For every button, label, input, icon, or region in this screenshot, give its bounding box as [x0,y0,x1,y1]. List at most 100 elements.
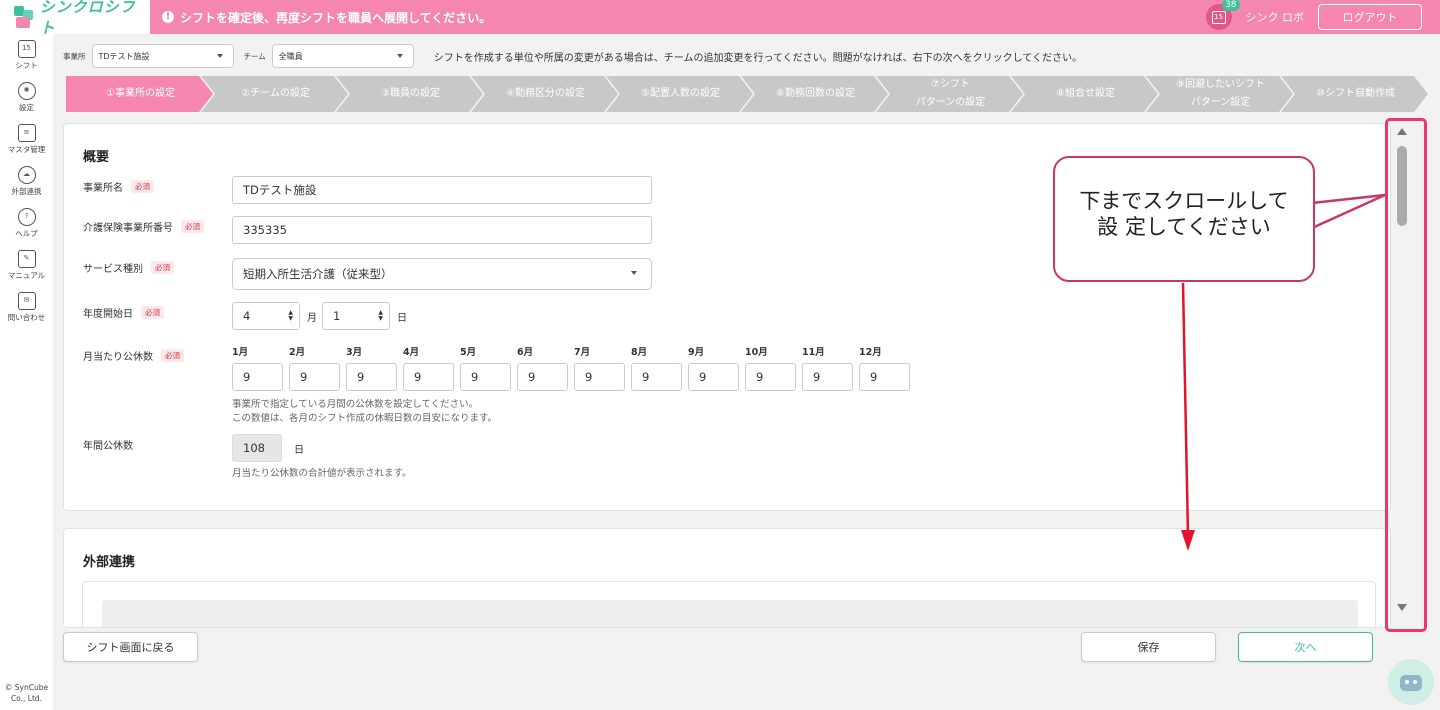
logo-mark-icon [12,4,34,30]
step-label-line: パターン設定 [1190,97,1251,108]
month-holiday-input[interactable]: 9 [403,363,454,391]
calendar-day: 15 [1211,10,1226,24]
step-label: ③職員の設定 [381,85,440,103]
help-icon: ? [17,208,36,226]
chevron-down-icon [216,54,223,58]
service-type-label: サービス種別 必須 [83,260,174,275]
next-button[interactable]: 次へ [1238,632,1373,662]
sidebar-item-settings[interactable]: ✺ 設定 [0,82,53,118]
month-label: 1月 [232,347,249,358]
copyright: © SynCube Co., Ltd. [4,683,49,703]
chatbot-avatar[interactable] [1388,659,1434,705]
scrollbar-highlight [1385,118,1427,632]
sidebar: 15 シフト ✺ 設定 ≡ マスタ管理 ☁ 外部連携 ? ヘルプ ✎ マニュアル… [0,34,53,710]
care-number-input[interactable]: 335335 [232,216,652,244]
label-text: 年度開始日 [83,309,133,320]
year-start-month-stepper[interactable]: 4 ▲ ▼ [232,302,300,330]
month-holiday-input[interactable]: 9 [688,363,739,391]
monthly-holidays-label: 月当たり公休数 必須 [83,348,184,363]
app-logo[interactable]: シンクロシフト [0,0,150,37]
month-holiday-input[interactable]: 9 [745,363,796,391]
step-label: ②チームの設定 [241,85,310,103]
month-holiday-input[interactable]: 9 [631,363,682,391]
label-text: 介護保険事業所番号 [83,223,173,234]
mail-icon: ✉ [17,292,36,310]
month-label: 5月 [460,347,477,358]
step-9[interactable]: ⑨回避したいシフト パターン設定 [1146,76,1295,112]
help-line: 事業所で指定している月間の公休数を設定してください。 [232,399,479,410]
office-name-input[interactable]: TDテスト施設 [232,176,652,204]
month-holiday-input[interactable]: 9 [517,363,568,391]
label-text: 事業所名 [83,183,123,194]
callout-line: 下までスクロールして [1079,189,1289,213]
step-2[interactable]: ②チームの設定 [201,76,350,112]
month-holiday-input[interactable]: 9 [346,363,397,391]
sidebar-item-shift[interactable]: 15 シフト [0,40,53,76]
sidebar-item-external[interactable]: ☁ 外部連携 [0,166,53,202]
sidebar-item-contact[interactable]: ✉ 問い合わせ [0,292,53,328]
care-number-label: 介護保険事業所番号 必須 [83,219,204,234]
month-holiday-input[interactable]: 9 [289,363,340,391]
notification-badge: 38 [1222,0,1240,11]
month-holiday-input[interactable]: 9 [574,363,625,391]
step-label-line: ⑧組合せ設定 [1056,88,1115,99]
back-to-shift-button[interactable]: シフト画面に戻る [63,632,198,662]
month-label: 2月 [289,347,306,358]
month-label: 7月 [574,347,591,358]
month-label: 11月 [802,347,825,358]
edit-icon: ✎ [17,250,36,268]
step-1[interactable]: ①事業所の設定 [66,76,215,112]
external-panel [82,581,1376,627]
sidebar-item-help[interactable]: ? ヘルプ [0,208,53,244]
month-holiday-input[interactable]: 9 [859,363,910,391]
year-start-label: 年度開始日 必須 [83,305,164,320]
sidebar-item-label: マスタ管理 [7,145,46,154]
annual-holidays-help: 月当たり公休数の合計値が表示されます。 [232,468,412,479]
label-text: 年間公休数 [83,441,133,452]
main-content: 事業所 TDテスト施設 チーム 全職員 シフトを作成する単位や所属の変更がある場… [53,34,1440,710]
chevron-down-icon [396,54,403,58]
step-label-line: パターンの設定 [915,97,986,108]
required-badge: 必須 [161,349,184,362]
user-name: シンク ロボ [1245,11,1305,24]
service-type-select[interactable]: 短期入所生活介護（従来型） [232,258,652,290]
step-3[interactable]: ③職員の設定 [336,76,485,112]
step-label: ⑨回避したいシフト パターン設定 [1176,76,1265,112]
month-value: 4 [243,309,251,323]
step-label-line: ⑥勤務回数の設定 [776,88,855,99]
step-label: ⑥勤務回数の設定 [776,85,855,103]
annual-holidays-field: 108 [232,434,282,462]
required-badge: 必須 [181,220,204,233]
notification-calendar-icon[interactable]: 15 38 [1205,0,1240,30]
office-select[interactable]: TDテスト施設 [91,44,234,68]
step-8[interactable]: ⑧組合せ設定 [1011,76,1160,112]
cloud-icon: ☁ [17,166,36,184]
sidebar-item-manual[interactable]: ✎ マニュアル [0,250,53,286]
month-holiday-input[interactable]: 9 [802,363,853,391]
stepper-arrows-icon: ▲ ▼ [288,309,293,322]
team-select[interactable]: 全職員 [271,44,414,68]
step-6[interactable]: ⑥勤務回数の設定 [741,76,890,112]
callout-text: 下までスクロールして 設 定してください [1053,188,1315,240]
month-label: 6月 [517,347,534,358]
year-start-day-stepper[interactable]: 1 ▲ ▼ [322,302,390,330]
save-button[interactable]: 保存 [1081,632,1216,662]
step-5[interactable]: ⑤配置人数の設定 [606,76,755,112]
step-7[interactable]: ⑦シフト パターンの設定 [876,76,1025,112]
logout-button[interactable]: ログアウト [1318,4,1422,30]
required-badge: 必須 [151,261,174,274]
month-holiday-input[interactable]: 9 [232,363,283,391]
month-holiday-input[interactable]: 9 [460,363,511,391]
step-4[interactable]: ④勤務区分の設定 [471,76,620,112]
sidebar-item-label: 設定 [19,103,34,112]
day-unit: 日 [397,313,407,324]
sidebar-item-master[interactable]: ≡ マスタ管理 [0,124,53,160]
step-10[interactable]: ⑩シフト自動作成 [1281,76,1430,112]
step-label-line: ⑨回避したいシフト [1176,79,1265,90]
label-text: 月当たり公休数 [83,352,153,363]
office-filter-label: 事業所 [63,51,86,61]
monthly-holidays-help: 事業所で指定している月間の公休数を設定してください。 この数値は、各月のシフト作… [232,398,497,426]
callout-line: 設 定してください [1097,215,1271,239]
sidebar-item-label: 外部連携 [11,187,42,196]
filter-info-text: シフトを作成する単位や所属の変更がある場合は、チームの追加変更を行ってください。… [433,52,1083,64]
